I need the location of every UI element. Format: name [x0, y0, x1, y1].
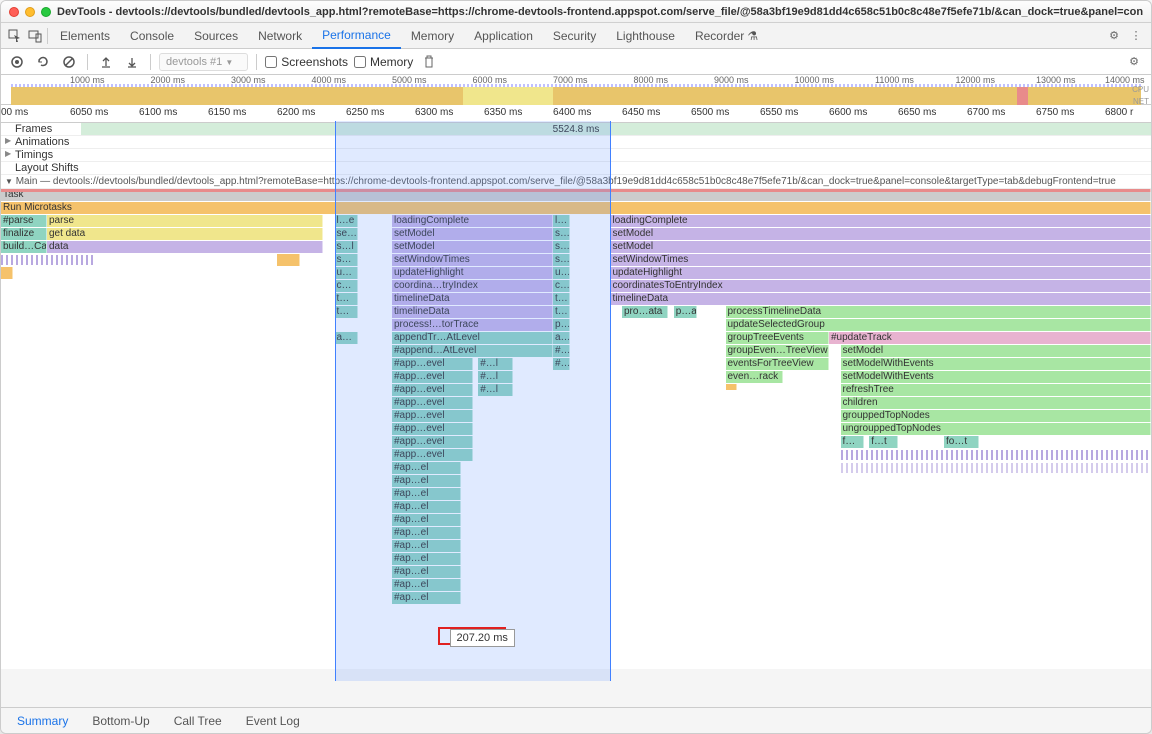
tab-elements[interactable]: Elements — [50, 23, 120, 49]
timeline-overview[interactable]: 1000 ms 2000 ms 3000 ms 4000 ms 5000 ms … — [1, 75, 1151, 105]
gc-button[interactable] — [419, 52, 439, 72]
flame-bar[interactable]: Run Microtasks — [1, 202, 1151, 214]
download-button[interactable] — [122, 52, 142, 72]
cpu-label: CPU — [1132, 85, 1149, 94]
screenshots-checkbox[interactable]: Screenshots — [265, 55, 348, 69]
tab-security[interactable]: Security — [543, 23, 606, 49]
tab-sources[interactable]: Sources — [184, 23, 248, 49]
devtools-window: DevTools - devtools://devtools/bundled/d… — [0, 0, 1152, 734]
reload-button[interactable] — [33, 52, 53, 72]
tab-summary[interactable]: Summary — [7, 710, 78, 732]
tab-memory[interactable]: Memory — [401, 23, 464, 49]
chevron-down-icon: ▼ — [225, 58, 233, 67]
minimize-button[interactable] — [25, 7, 35, 17]
main-thread-header[interactable]: ▼ Main — devtools://devtools/bundled/dev… — [1, 175, 1151, 189]
device-toggle-icon[interactable] — [25, 26, 45, 46]
settings-icon[interactable]: ⚙ — [1103, 25, 1125, 47]
capture-settings-icon[interactable]: ⚙ — [1123, 51, 1145, 73]
timings-track[interactable]: Timings — [1, 149, 1151, 162]
inspect-icon[interactable] — [5, 26, 25, 46]
timeline-ruler[interactable]: 00 ms 6050 ms 6100 ms 6150 ms 6200 ms 62… — [1, 105, 1151, 123]
performance-toolbar: devtools #1 ▼ Screenshots Memory ⚙ — [1, 49, 1151, 75]
memory-checkbox[interactable]: Memory — [354, 55, 413, 69]
tab-calltree[interactable]: Call Tree — [164, 710, 232, 732]
record-button[interactable] — [7, 52, 27, 72]
window-controls — [9, 7, 51, 17]
more-icon[interactable]: ⋮ — [1125, 25, 1147, 47]
frames-track[interactable]: Frames 5524.8 ms — [1, 123, 1151, 136]
maximize-button[interactable] — [41, 7, 51, 17]
titlebar: DevTools - devtools://devtools/bundled/d… — [1, 1, 1151, 23]
details-tabs: Summary Bottom-Up Call Tree Event Log — [1, 707, 1151, 733]
upload-button[interactable] — [96, 52, 116, 72]
panel-tabs: Elements Console Sources Network Perform… — [1, 23, 1151, 49]
tab-console[interactable]: Console — [120, 23, 184, 49]
animations-track[interactable]: Animations — [1, 136, 1151, 149]
tab-network[interactable]: Network — [248, 23, 312, 49]
overview-cpu-track — [11, 87, 1141, 105]
selection-duration-label: 5524.8 ms — [553, 124, 600, 135]
tab-application[interactable]: Application — [464, 23, 543, 49]
flame-chart[interactable]: Task Run Microtasks #parse parse l…e loa… — [1, 189, 1151, 669]
tab-recorder[interactable]: Recorder⚗ — [685, 23, 768, 49]
flask-icon: ⚗ — [747, 29, 758, 43]
window-title: DevTools - devtools://devtools/bundled/d… — [51, 6, 1143, 18]
tab-bottomup[interactable]: Bottom-Up — [82, 710, 159, 732]
tab-lighthouse[interactable]: Lighthouse — [606, 23, 685, 49]
layout-shifts-track[interactable]: Layout Shifts — [1, 162, 1151, 175]
tab-performance[interactable]: Performance — [312, 23, 401, 49]
hover-tooltip: 207.20 ms — [450, 629, 515, 647]
history-dropdown[interactable]: devtools #1 ▼ — [159, 53, 248, 71]
tab-eventlog[interactable]: Event Log — [236, 710, 310, 732]
timeline-tracks: Frames 5524.8 ms Animations Timings Layo… — [1, 123, 1151, 669]
clear-button[interactable] — [59, 52, 79, 72]
close-button[interactable] — [9, 7, 19, 17]
